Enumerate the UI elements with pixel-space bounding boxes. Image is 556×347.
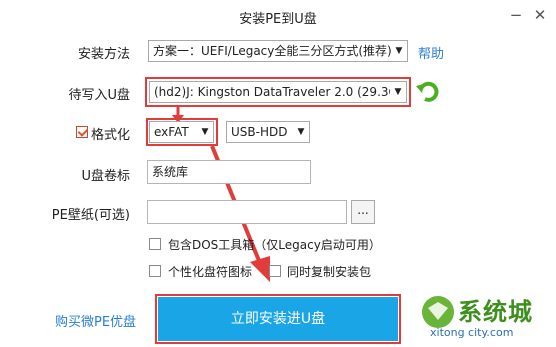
- chevron-down-icon: ▼: [390, 82, 406, 102]
- window-title: 安装PE到U盘: [239, 12, 317, 27]
- copy-package-checkbox[interactable]: [269, 265, 281, 277]
- dos-toolbox-label: 包含DOS工具箱（仅Legacy启动可用）: [168, 238, 381, 252]
- chevron-down-icon: ▼: [391, 41, 407, 61]
- custom-icon-checkbox[interactable]: [149, 265, 161, 277]
- refresh-button[interactable]: [418, 80, 440, 104]
- drive-select[interactable]: (hd2)J: Kingston DataTraveler 2.0 (29.3G…: [149, 81, 407, 103]
- watermark-logo: 系统城 xitong city.com: [416, 290, 552, 344]
- help-link[interactable]: 帮助: [418, 43, 444, 62]
- wallpaper-input[interactable]: [147, 200, 347, 224]
- volume-input[interactable]: 系统库: [147, 160, 311, 184]
- watermark-brand: 系统城: [458, 298, 533, 326]
- install-button[interactable]: 立即安装进U盘: [158, 297, 398, 341]
- buy-usb-link[interactable]: 购买微PE优盘: [55, 311, 136, 330]
- method-label: 安装方法: [77, 47, 130, 62]
- chevron-down-icon: ▼: [197, 122, 213, 142]
- title-bar: 安装PE到U盘 − ✕: [0, 0, 556, 32]
- format-label: 格式化: [90, 128, 130, 143]
- watermark-url: xitong city.com: [430, 326, 514, 339]
- volume-label: U盘卷标: [81, 169, 130, 184]
- dos-toolbox-checkbox[interactable]: [149, 238, 161, 250]
- copy-package-label: 同时复制安装包: [287, 265, 372, 279]
- chevron-down-icon: ▼: [293, 122, 309, 142]
- filesystem-select-value: exFAT: [154, 125, 189, 139]
- browse-button[interactable]: ...: [351, 200, 375, 224]
- method-select-value: 方案一：UEFI/Legacy全能三分区方式(推荐): [153, 44, 392, 58]
- custom-icon-label: 个性化盘符图标: [168, 265, 253, 279]
- mode-select[interactable]: USB-HDD ▼: [226, 121, 310, 143]
- drive-label: 待写入U盘: [68, 88, 130, 103]
- wallpaper-label: PE壁纸(可选): [51, 208, 130, 223]
- close-button[interactable]: ✕: [530, 6, 550, 24]
- drive-select-value: (hd2)J: Kingston DataTraveler 2.0 (29.3G…: [154, 85, 407, 99]
- method-select[interactable]: 方案一：UEFI/Legacy全能三分区方式(推荐) ▼: [148, 40, 408, 62]
- filesystem-select[interactable]: exFAT ▼: [149, 121, 214, 143]
- minimize-button[interactable]: −: [506, 6, 526, 24]
- mode-select-value: USB-HDD: [231, 125, 288, 139]
